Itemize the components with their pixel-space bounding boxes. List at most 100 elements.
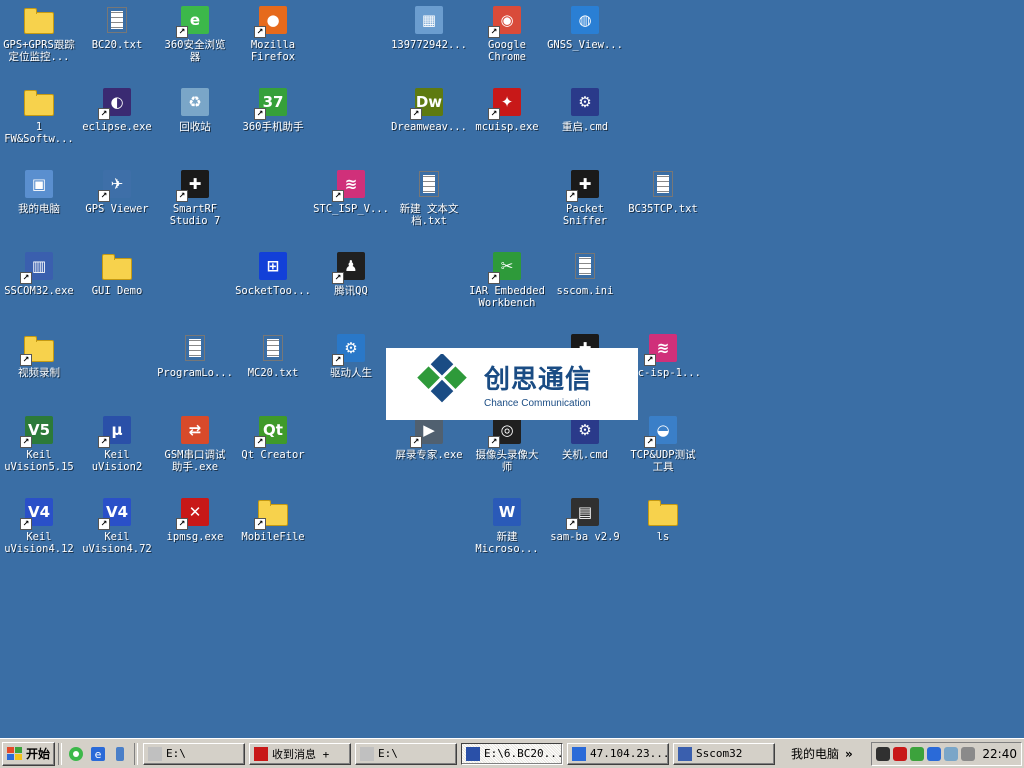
folder-icon: ↗ (254, 496, 289, 530)
window-icon (678, 746, 693, 761)
clock[interactable]: 22:40 (982, 747, 1017, 761)
gsm-serial-tool-icon: ⇄ (179, 414, 211, 446)
desktop-icon-gsm-serial-tool[interactable]: ⇄ GSM串口调试 助手.exe (156, 414, 234, 473)
window-icon (360, 746, 375, 761)
shortcut-arrow-icon: ↗ (332, 272, 344, 284)
start-button[interactable]: 开始 (2, 741, 56, 766)
desktop-icon-keil-uv4-72[interactable]: V4 ↗ Keil uVision4.72 (78, 496, 156, 555)
shortcut-arrow-icon: ↗ (20, 518, 32, 530)
desktop-icon-label: 重启.cmd (561, 121, 609, 133)
watermark-english-text: Chance Communication (484, 398, 591, 409)
desktop-icon-mc20-txt[interactable]: MC20.txt (234, 332, 312, 379)
taskbar-button[interactable]: 收到消息 + (249, 742, 352, 765)
desktop-icon-mcuisp[interactable]: ✦ ↗ mcuisp.exe (468, 86, 546, 133)
desktop-icon-camera-recorder[interactable]: ◎ ↗ 摄像头录像大 师 (468, 414, 546, 473)
desktop-icon-folder-1-fw[interactable]: 1 FW&Softw... (0, 86, 78, 145)
desktop-icon-gps-viewer[interactable]: ✈ ↗ GPS Viewer (78, 168, 156, 215)
desktop-icon-ipmsg[interactable]: ✕ ↗ ipmsg.exe (156, 496, 234, 543)
desktop-toolbar-label[interactable]: 我的电脑 (791, 745, 839, 762)
keil-uv4-72-icon: V4 ↗ (98, 496, 133, 530)
quicklaunch-ie-icon[interactable]: e (89, 745, 107, 763)
shortcut-arrow-icon: ↗ (488, 26, 500, 38)
desktop-icon-keil-uv2[interactable]: μ ↗ Keil uVision2 (78, 414, 156, 473)
desktop-icon-image-139772942[interactable]: ▦ 139772942... (390, 4, 468, 51)
desktop-icon-iar-workbench[interactable]: ✂ ↗ IAR Embedded Workbench (468, 250, 546, 309)
tray-green-icon[interactable] (910, 746, 925, 761)
desktop-icon-qt-creator[interactable]: Qt ↗ Qt Creator (234, 414, 312, 461)
driver-life-icon: ⚙ ↗ (332, 332, 367, 366)
desktop-icon-label: ipmsg.exe (166, 531, 224, 543)
taskbar-button[interactable]: E:\ (143, 742, 246, 765)
desktop-icon-bc20-txt[interactable]: BC20.txt (78, 4, 156, 51)
desktop-icon-new-microsoft[interactable]: W 新建 Microso... (468, 496, 546, 555)
eclipse-icon: ◐ ↗ (98, 86, 133, 120)
desktop-icon-keil-uv5-15[interactable]: V5 ↗ Keil uVision5.15 (0, 414, 78, 473)
tray-network-icon[interactable] (927, 746, 942, 761)
desktop-icon-bc35tcp-txt[interactable]: BC35TCP.txt (624, 168, 702, 215)
quicklaunch-browser-icon[interactable] (67, 745, 85, 763)
desktop-icon-ls-folder[interactable]: ls (624, 496, 702, 543)
tray-app-icon[interactable] (893, 746, 908, 761)
desktop-icon-smartrf-studio[interactable]: ✚ ↗ SmartRF Studio 7 (156, 168, 234, 227)
taskbar-button[interactable]: 47.104.23... (567, 742, 670, 765)
desktop-icon-programlo[interactable]: ProgramLo... (156, 332, 234, 379)
desktop-icon-google-chrome[interactable]: ◉ ↗ Google Chrome (468, 4, 546, 63)
sockettool-icon: ⊞ (257, 250, 289, 282)
desktop-icon-label: SSCOM32.exe (4, 285, 74, 297)
icon-glyph: ⚙ (571, 416, 599, 444)
icon-glyph: ⊞ (259, 252, 287, 280)
desktop-icon-tcp-udp-tool[interactable]: ◒ ↗ TCP&UDP测试 工具 (624, 414, 702, 473)
toolbar-chevron-icon[interactable]: » (845, 747, 853, 761)
desktop-icon-shutdown-cmd[interactable]: ⚙ 关机.cmd (546, 414, 624, 461)
desktop-icon-mobilefile[interactable]: ↗ MobileFile (234, 496, 312, 543)
desktop-icon-label: 360安全浏览 器 (164, 39, 226, 63)
desktop-icon-label: MobileFile (241, 531, 305, 543)
desktop-icon-packet-sniffer[interactable]: ✚ ↗ Packet Sniffer (546, 168, 624, 227)
desktop-icon-eclipse[interactable]: ◐ ↗ eclipse.exe (78, 86, 156, 133)
desktop-icon-sam-ba[interactable]: ▤ ↗ sam-ba v2.9 (546, 496, 624, 543)
desktop-icon-gui-demo[interactable]: GUI Demo (78, 250, 156, 297)
stc-isp-v-icon: ≋ ↗ (332, 168, 367, 202)
keil-uv4-12-icon: V4 ↗ (20, 496, 55, 530)
desktop-icon-my-computer[interactable]: ▣ 我的电脑 (0, 168, 78, 215)
desktop-icon-sscom-ini[interactable]: sscom.ini (546, 250, 624, 297)
desktop-icon-label: Qt Creator (241, 449, 305, 461)
desktop-icon-firefox[interactable]: ● ↗ Mozilla Firefox (234, 4, 312, 63)
desktop-icon-driver-life[interactable]: ⚙ ↗ 驱动人生 (312, 332, 390, 379)
shortcut-arrow-icon: ↗ (410, 436, 422, 448)
desktop-icon-gps-gprs-folder[interactable]: GPS+GPRS跟踪 定位监控... (0, 4, 78, 63)
desktop-icon-new-text-doc[interactable]: 新建 文本文 档.txt (390, 168, 468, 227)
desktop-icon-gnss-viewer[interactable]: ◍ GNSS_View... (546, 4, 624, 51)
tray-volume-icon[interactable] (961, 746, 976, 761)
desktop-icon-video-record[interactable]: ↗ 视频录制 (0, 332, 78, 379)
desktop-icon-360-phone[interactable]: 37 ↗ 360手机助手 (234, 86, 312, 133)
taskbar-button[interactable]: E:\ (355, 742, 458, 765)
company-logo-icon (417, 354, 467, 403)
desktop-icon-recycle-bin[interactable]: ♻ 回收站 (156, 86, 234, 133)
desktop-icon-tencent-qq[interactable]: ♟ ↗ 腾讯QQ (312, 250, 390, 297)
shortcut-arrow-icon: ↗ (20, 436, 32, 448)
desktop-icon-stc-isp-v[interactable]: ≋ ↗ STC_ISP_V... (312, 168, 390, 215)
desktop-icon-label: Keil uVision4.12 (4, 531, 74, 555)
taskbar-button[interactable]: E:\6.BC20... (461, 742, 564, 765)
taskbar-button-label: E:\6.BC20... (484, 747, 564, 760)
desktop-icon-restart-cmd[interactable]: ⚙ 重启.cmd (546, 86, 624, 133)
taskbar: 开始 e E:\ 收到消息 + E:\ E:\6.BC20... 47.104.23..… (0, 738, 1024, 768)
desktop-icon-dreamweaver[interactable]: Dw ↗ Dreamweav... (390, 86, 468, 133)
desktop-icon-keil-uv4-12[interactable]: V4 ↗ Keil uVision4.12 (0, 496, 78, 555)
shortcut-arrow-icon: ↗ (98, 518, 110, 530)
desktop-icon-360-browser[interactable]: e ↗ 360安全浏览 器 (156, 4, 234, 63)
folder-icon (23, 86, 55, 118)
tray-monitor-icon[interactable] (944, 746, 959, 761)
shortcut-arrow-icon: ↗ (254, 108, 266, 120)
shortcut-arrow-icon: ↗ (488, 436, 500, 448)
desktop-icon-label: Packet Sniffer (562, 203, 608, 227)
taskbar-button[interactable]: Sscom32 (673, 742, 776, 765)
tray-camera-icon[interactable] (876, 746, 891, 761)
desktop-icon-sscom32[interactable]: ▥ ↗ SSCOM32.exe (0, 250, 78, 297)
desktop-icon-screen-expert[interactable]: ▶ ↗ 屏录专家.exe (390, 414, 468, 461)
quicklaunch-tool-icon[interactable] (111, 745, 129, 763)
keil-uv5-15-icon: V5 ↗ (20, 414, 55, 448)
desktop-icon-sockettool[interactable]: ⊞ SocketToo... (234, 250, 312, 297)
my-computer-icon: ▣ (23, 168, 55, 200)
